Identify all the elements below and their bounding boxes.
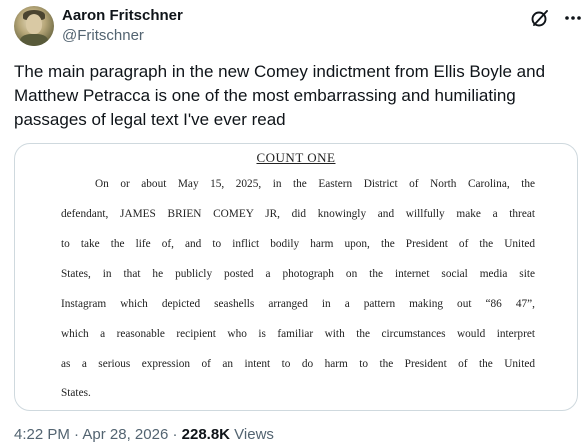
more-icon[interactable] — [562, 8, 584, 28]
document-line: On or about May 15, 2025, in the Eastern… — [95, 178, 535, 190]
document-heading: COUNT ONE — [256, 150, 336, 165]
tweet-header: Aaron Fritschner @Fritschner — [14, 6, 581, 46]
author-handle[interactable]: @Fritschner — [62, 27, 144, 44]
document-line: defendant, JAMES BRIEN COMEY JR, did kno… — [61, 208, 535, 220]
grok-icon[interactable] — [530, 8, 550, 28]
tweet-time[interactable]: 4:22 PM — [14, 426, 70, 443]
document-line: Instagram which depicted seashells arran… — [61, 298, 535, 310]
views-label: Views — [230, 426, 274, 443]
tweet-text: The main paragraph in the new Comey indi… — [14, 62, 546, 129]
document-line: States. — [61, 387, 91, 399]
views-count: 228.8K — [181, 426, 231, 443]
tweet-date[interactable]: Apr 28, 2026 — [82, 426, 168, 443]
document-line: States, in that he publicly posted a pho… — [61, 268, 535, 280]
tweet-meta: 4:22 PM · Apr 28, 2026 · 228.8K Views — [14, 426, 274, 443]
meta-separator: · — [168, 426, 182, 443]
avatar-face — [26, 14, 42, 34]
avatar-body — [20, 34, 48, 46]
document-image[interactable]: COUNT ONE On or about May 15, 2025, in t… — [14, 143, 578, 411]
document-line: which a reasonable recipient who is fami… — [61, 328, 535, 340]
document-line: to take the life of, and to inflict bodi… — [61, 238, 535, 250]
author-avatar[interactable] — [14, 6, 54, 46]
author-name[interactable]: Aaron Fritschner — [62, 7, 183, 24]
document-line: as a serious expression of an intent to … — [61, 358, 535, 370]
meta-separator: · — [69, 426, 83, 443]
